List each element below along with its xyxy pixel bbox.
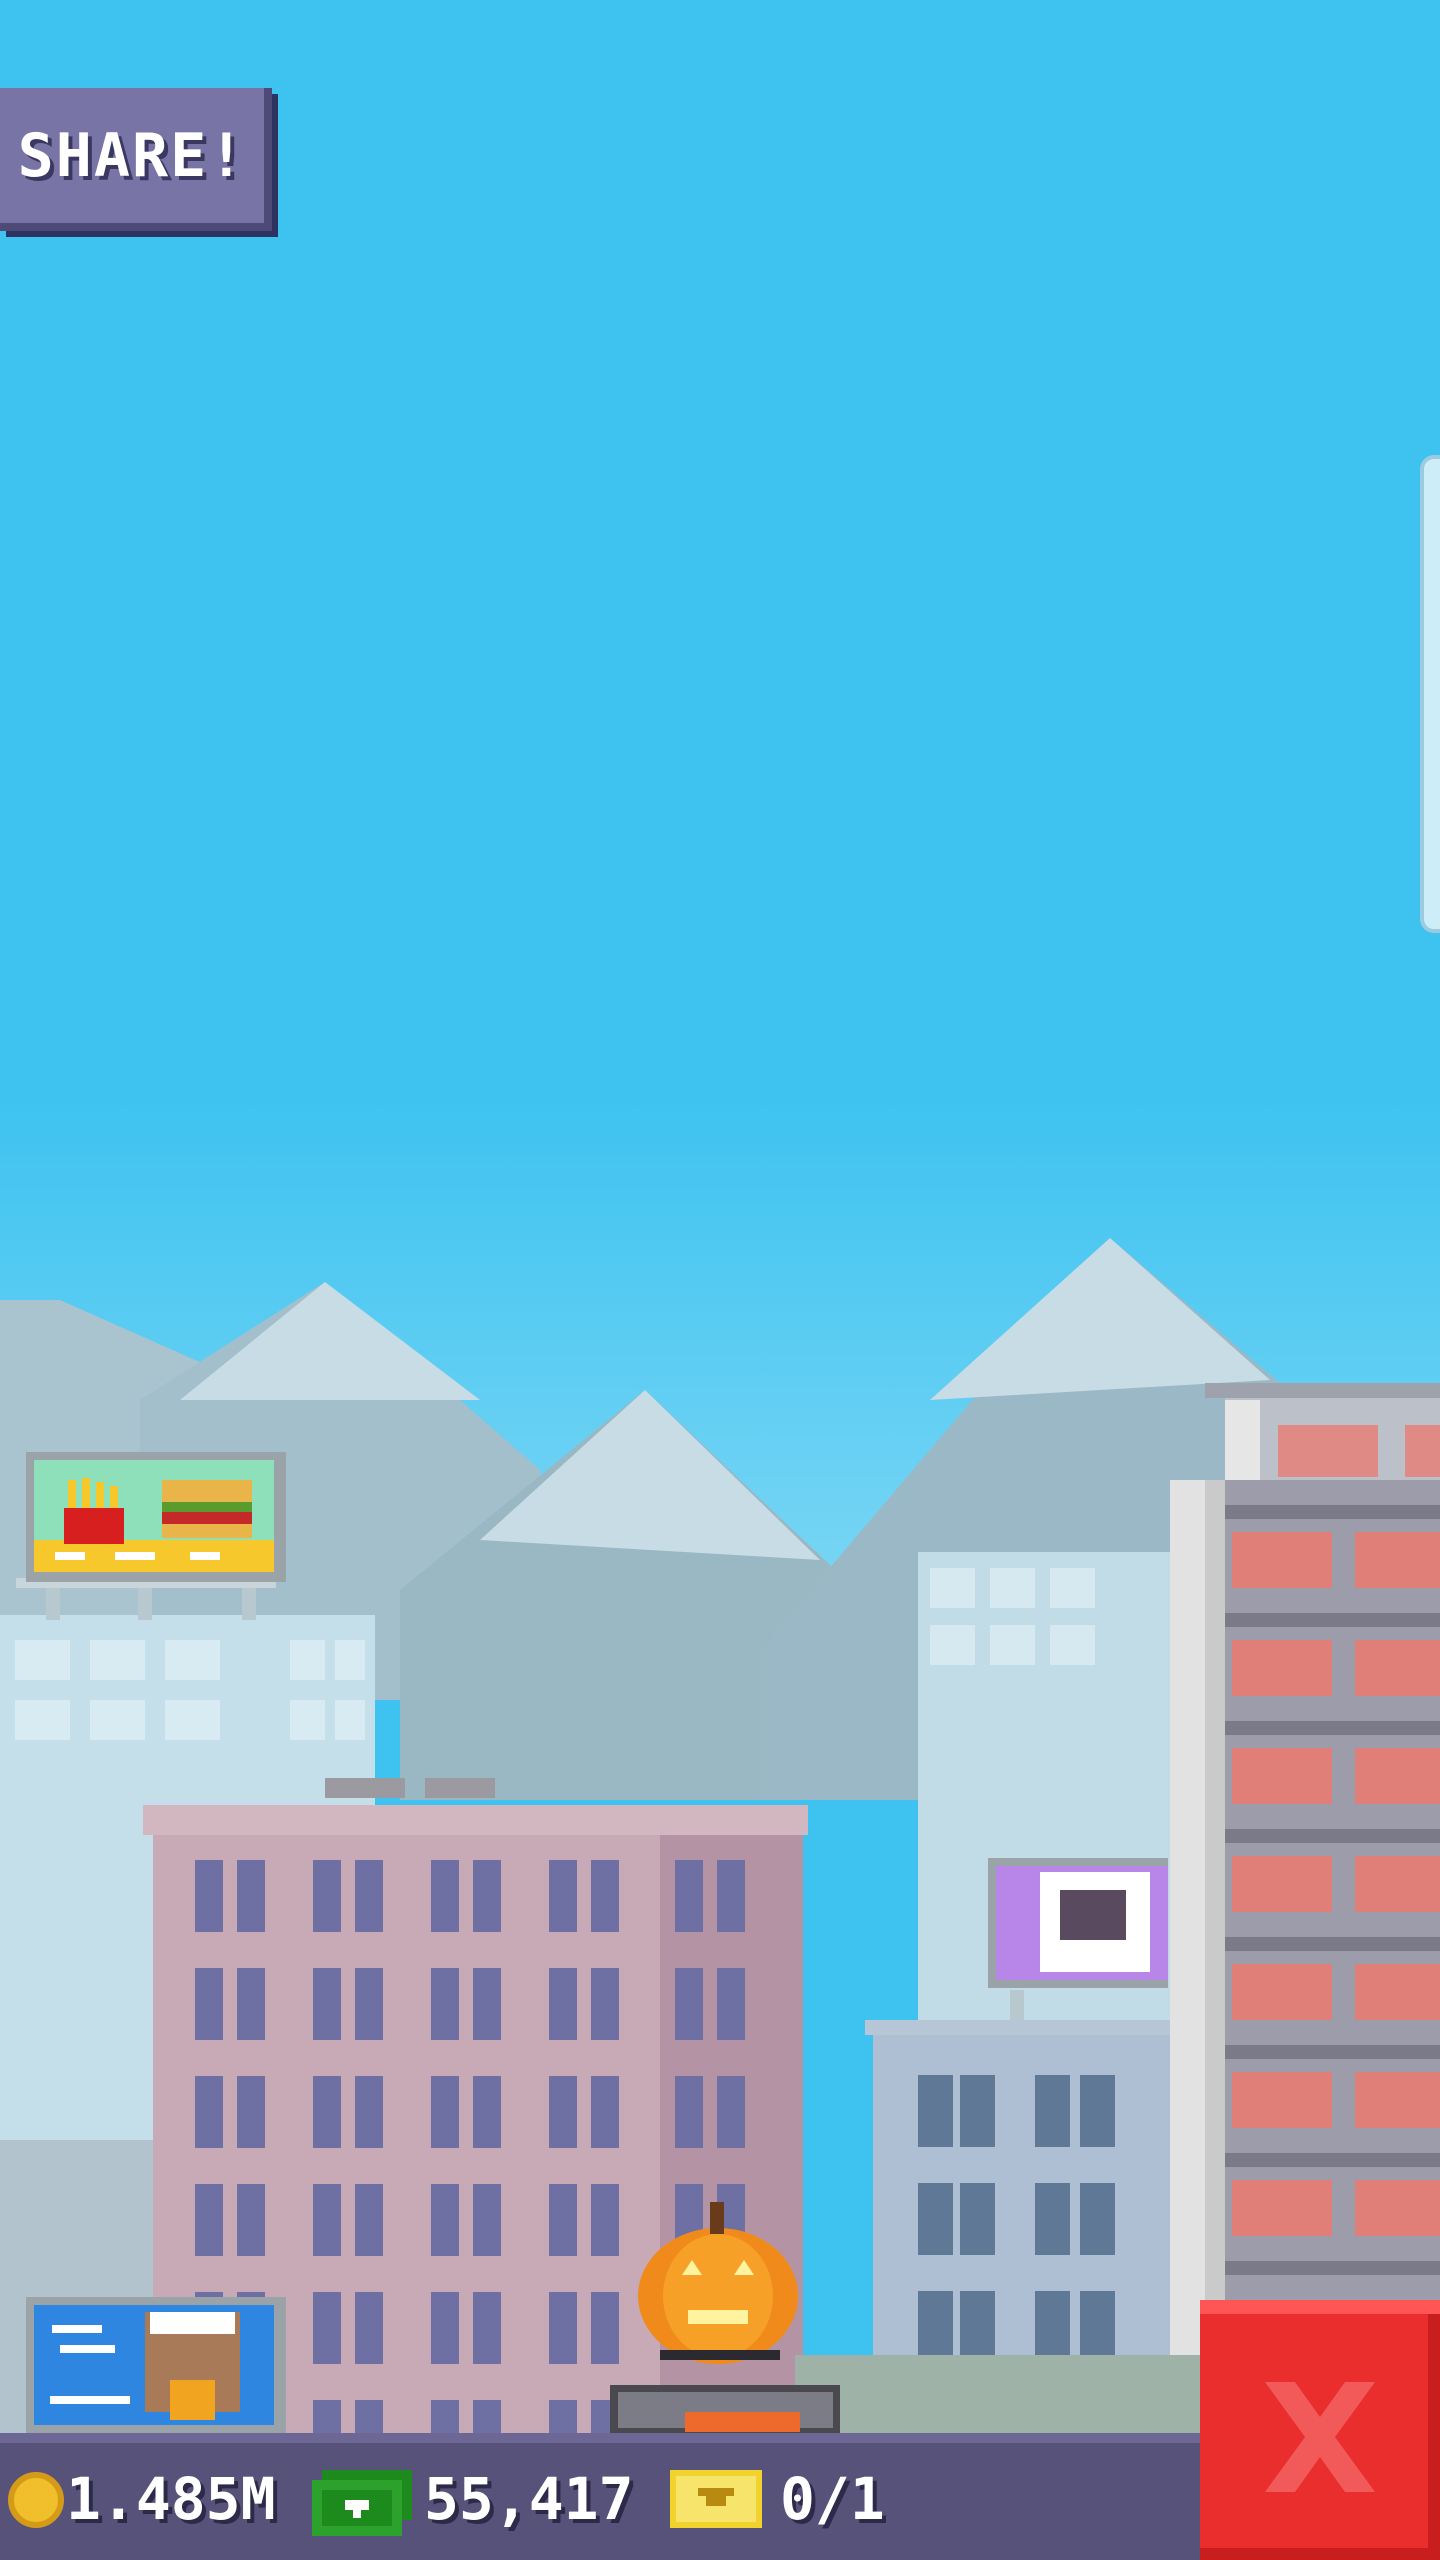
- fries-icon: [64, 1508, 124, 1544]
- coins-value: 1.485M: [66, 2465, 276, 2533]
- close-button[interactable]: [1200, 2300, 1440, 2560]
- tickets-value: 0/1: [780, 2465, 885, 2533]
- build-floor-sign: [685, 2412, 800, 2432]
- shopping-bag-icon: [1060, 1890, 1126, 1940]
- game-scene: [0, 1100, 1440, 2440]
- burger-icon: [162, 1480, 252, 1502]
- coin-icon: [8, 2472, 64, 2528]
- ticket-icon: [670, 2470, 762, 2528]
- cash-value: 55,417: [424, 2465, 634, 2533]
- street: [795, 2355, 1200, 2435]
- cash-icon: [312, 2470, 412, 2536]
- share-button[interactable]: SHARE!: [0, 88, 272, 231]
- side-drawer-tab[interactable]: [1420, 455, 1440, 933]
- food-billboard: [16, 1452, 286, 1620]
- blue-billboard: [26, 2297, 286, 2433]
- close-icon: [1265, 2382, 1375, 2492]
- tall-red-building: [1170, 1383, 1440, 2440]
